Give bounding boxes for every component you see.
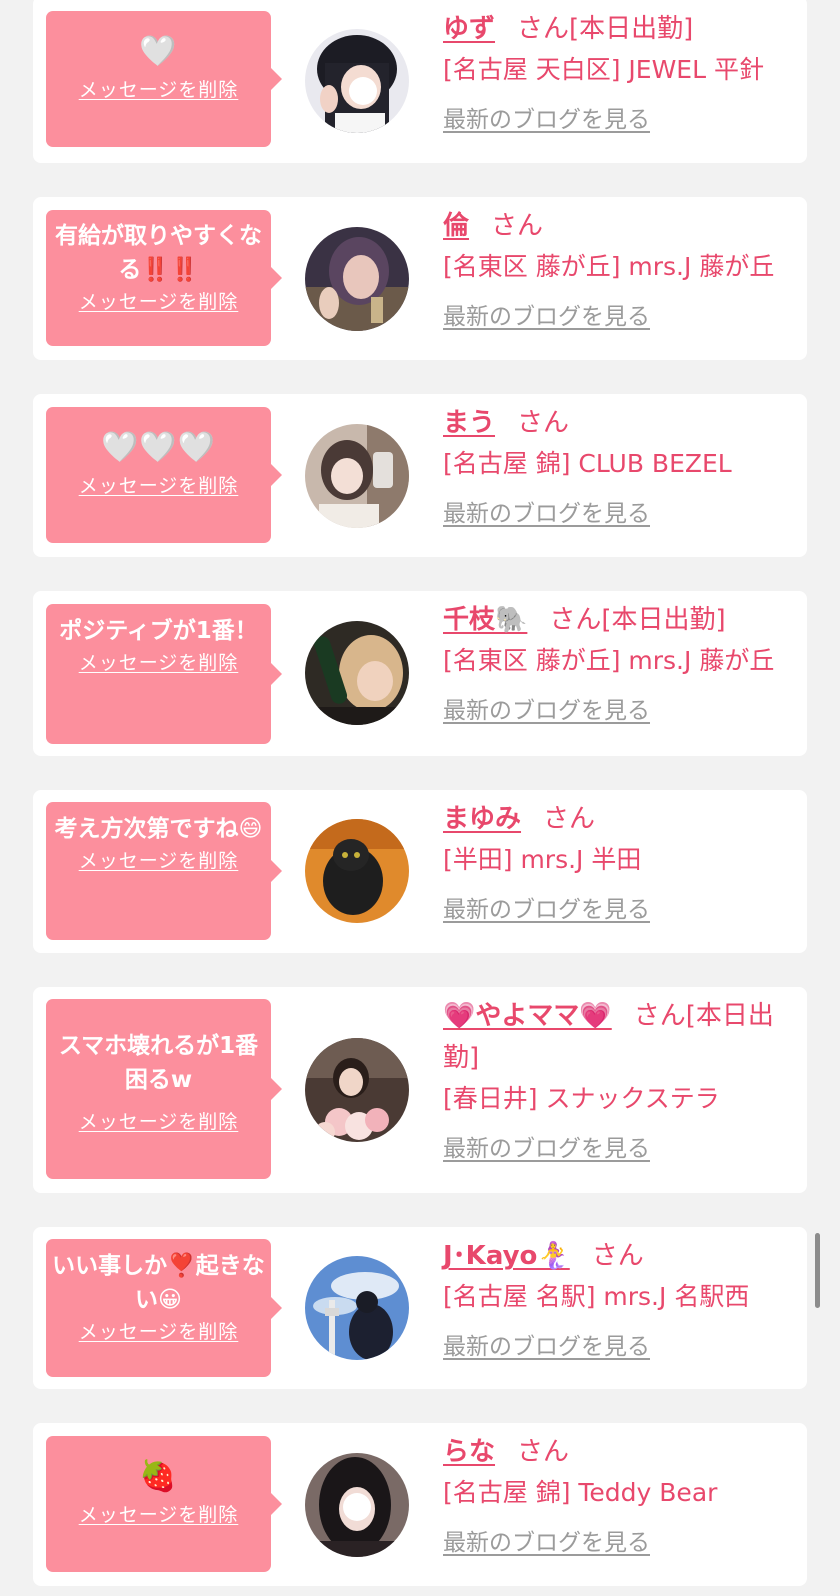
honorific: さん	[517, 1437, 570, 1467]
name-line: 💗やよママ💗 さん[本日出勤]	[443, 995, 803, 1079]
avatar[interactable]	[305, 1453, 409, 1557]
shop-info: [名東区 藤が丘] mrs.J 藤が丘	[443, 252, 775, 281]
delete-message-link[interactable]: メッセージを削除	[79, 648, 239, 675]
cast-info: まゆみ さん [半田] mrs.J 半田 最新のブログを見る	[443, 798, 803, 924]
cast-name-link[interactable]: 倫	[443, 211, 469, 241]
shop-info: [名古屋 錦] CLUB BEZEL	[443, 449, 732, 478]
message-text: ポジティブが1番！	[59, 618, 258, 644]
cast-info: らな さん [名古屋 錦] Teddy Bear 最新のブログを見る	[443, 1431, 803, 1557]
name-line: 千枝🐘 さん[本日出勤]	[443, 599, 803, 641]
cast-name-link[interactable]: らな	[443, 1437, 495, 1467]
latest-blog-link[interactable]: 最新のブログを見る	[443, 1129, 650, 1163]
latest-blog-link[interactable]: 最新のブログを見る	[443, 890, 650, 924]
avatar[interactable]	[305, 819, 409, 923]
shop-info: [名古屋 錦] Teddy Bear	[443, 1478, 718, 1507]
cast-name-link[interactable]: ゆず	[443, 14, 495, 44]
shop-info: [春日井] スナックステラ	[443, 1084, 720, 1113]
profile-photo-icon	[305, 1453, 409, 1557]
latest-blog-link[interactable]: 最新のブログを見る	[443, 297, 650, 331]
message-text: 🤍🤍🤍	[100, 430, 217, 465]
honorific: さん	[633, 1001, 686, 1031]
cast-info: 倫さん [名東区 藤が丘] mrs.J 藤が丘 最新のブログを見る	[443, 205, 803, 331]
honorific: さん	[591, 1241, 644, 1271]
profile-photo-icon	[305, 227, 409, 331]
message-bubble: 🤍 メッセージを削除	[46, 11, 271, 147]
message-text: いい事しか❣️起きない😀	[52, 1253, 265, 1313]
name-line: 倫さん	[443, 205, 803, 247]
delete-message-link[interactable]: メッセージを削除	[79, 1107, 239, 1134]
profile-photo-icon	[305, 1256, 409, 1360]
cast-info: まう さん [名古屋 錦] CLUB BEZEL 最新のブログを見る	[443, 402, 803, 528]
avatar[interactable]	[305, 1256, 409, 1360]
message-bubble: スマホ壊れるが1番困るw メッセージを削除	[46, 999, 271, 1179]
honorific: さん	[491, 211, 544, 241]
delete-message-link[interactable]: メッセージを削除	[79, 75, 239, 102]
profile-photo-icon	[305, 1038, 409, 1142]
cast-info: 💗やよママ💗 さん[本日出勤] [春日井] スナックステラ 最新のブログを見る	[443, 995, 803, 1163]
message-bubble: いい事しか❣️起きない😀 メッセージを削除	[46, 1239, 271, 1377]
cast-info: 千枝🐘 さん[本日出勤] [名東区 藤が丘] mrs.J 藤が丘 最新のブログを見…	[443, 599, 803, 725]
latest-blog-link[interactable]: 最新のブログを見る	[443, 1523, 650, 1557]
message-text: 🍓	[139, 1459, 178, 1494]
list-item: 有給が取りやすくなる‼️‼️ メッセージを削除 倫さん [名東区 藤が丘] mr…	[33, 197, 807, 360]
cast-name-link[interactable]: J･Kayo🧜‍♀️	[443, 1241, 570, 1271]
honorific: さん	[517, 14, 570, 44]
message-bubble: 有給が取りやすくなる‼️‼️ メッセージを削除	[46, 210, 271, 346]
honorific: さん	[517, 408, 570, 438]
list-item: ポジティブが1番！ メッセージを削除 千枝🐘 さん[本日出勤] [名東区 藤が丘]…	[33, 591, 807, 756]
cast-info: ゆず さん[本日出勤] [名古屋 天白区] JEWEL 平針 最新のブログを見る	[443, 8, 803, 134]
name-line: J･Kayo🧜‍♀️ さん	[443, 1235, 803, 1277]
delete-message-link[interactable]: メッセージを削除	[79, 471, 239, 498]
message-text: 🤍	[139, 34, 178, 69]
name-line: まう さん	[443, 402, 803, 444]
latest-blog-link[interactable]: 最新のブログを見る	[443, 100, 650, 134]
delete-message-link[interactable]: メッセージを削除	[79, 287, 239, 314]
list-item: 🤍 メッセージを削除 ゆず さん[本日出勤] [名古屋 天白区] JEWEL 平針…	[33, 0, 807, 163]
profile-photo-icon	[305, 424, 409, 528]
list-item: 🍓 メッセージを削除 らな さん [名古屋 錦] Teddy Bear 最新のブロ…	[33, 1423, 807, 1586]
profile-photo-icon	[305, 29, 409, 133]
list-item: スマホ壊れるが1番困るw メッセージを削除 💗やよママ💗 さん[本日出勤] [春日…	[33, 987, 807, 1193]
cast-name-link[interactable]: まゆみ	[443, 804, 521, 834]
work-status: [本日出勤]	[601, 605, 726, 635]
name-line: ゆず さん[本日出勤]	[443, 8, 803, 50]
cast-info: J･Kayo🧜‍♀️ さん [名古屋 名駅] mrs.J 名駅西 最新のブログを見…	[443, 1235, 803, 1361]
latest-blog-link[interactable]: 最新のブログを見る	[443, 494, 650, 528]
message-text: 有給が取りやすくなる‼️‼️	[55, 223, 262, 283]
avatar[interactable]	[305, 227, 409, 331]
avatar[interactable]	[305, 621, 409, 725]
latest-blog-link[interactable]: 最新のブログを見る	[443, 691, 650, 725]
honorific: さん	[543, 804, 596, 834]
latest-blog-link[interactable]: 最新のブログを見る	[443, 1327, 650, 1361]
honorific: さん	[549, 605, 602, 635]
shop-info: [名古屋 天白区] JEWEL 平針	[443, 55, 764, 84]
list-item: 🤍🤍🤍 メッセージを削除 まう さん [名古屋 錦] CLUB BEZEL 最新の…	[33, 394, 807, 557]
work-status: [本日出勤]	[569, 14, 694, 44]
list-item: いい事しか❣️起きない😀 メッセージを削除 J･Kayo🧜‍♀️ さん [名古屋 …	[33, 1227, 807, 1389]
avatar[interactable]	[305, 29, 409, 133]
profile-photo-icon	[305, 819, 409, 923]
message-bubble: 考え方次第ですね😄 メッセージを削除	[46, 802, 271, 940]
list-item: 考え方次第ですね😄 メッセージを削除 まゆみ さん [半田] mrs.J 半田 最…	[33, 790, 807, 953]
name-line: らな さん	[443, 1431, 803, 1473]
avatar[interactable]	[305, 1038, 409, 1142]
shop-info: [名東区 藤が丘] mrs.J 藤が丘	[443, 646, 775, 675]
delete-message-link[interactable]: メッセージを削除	[79, 1317, 239, 1344]
message-text: 考え方次第ですね😄	[54, 816, 263, 842]
delete-message-link[interactable]: メッセージを削除	[79, 846, 239, 873]
cast-name-link[interactable]: まう	[443, 408, 495, 438]
message-bubble: ポジティブが1番！ メッセージを削除	[46, 604, 271, 744]
scrollbar[interactable]	[815, 1233, 820, 1308]
message-text: スマホ壊れるが1番困るw	[58, 1033, 259, 1093]
cast-name-link[interactable]: 千枝🐘	[443, 605, 527, 635]
message-bubble: 🍓 メッセージを削除	[46, 1436, 271, 1572]
delete-message-link[interactable]: メッセージを削除	[79, 1500, 239, 1527]
cast-name-link[interactable]: 💗やよママ💗	[443, 1001, 612, 1031]
message-bubble: 🤍🤍🤍 メッセージを削除	[46, 407, 271, 543]
shop-info: [半田] mrs.J 半田	[443, 845, 642, 874]
profile-photo-icon	[305, 621, 409, 725]
avatar[interactable]	[305, 424, 409, 528]
shop-info: [名古屋 名駅] mrs.J 名駅西	[443, 1282, 750, 1311]
name-line: まゆみ さん	[443, 798, 803, 840]
